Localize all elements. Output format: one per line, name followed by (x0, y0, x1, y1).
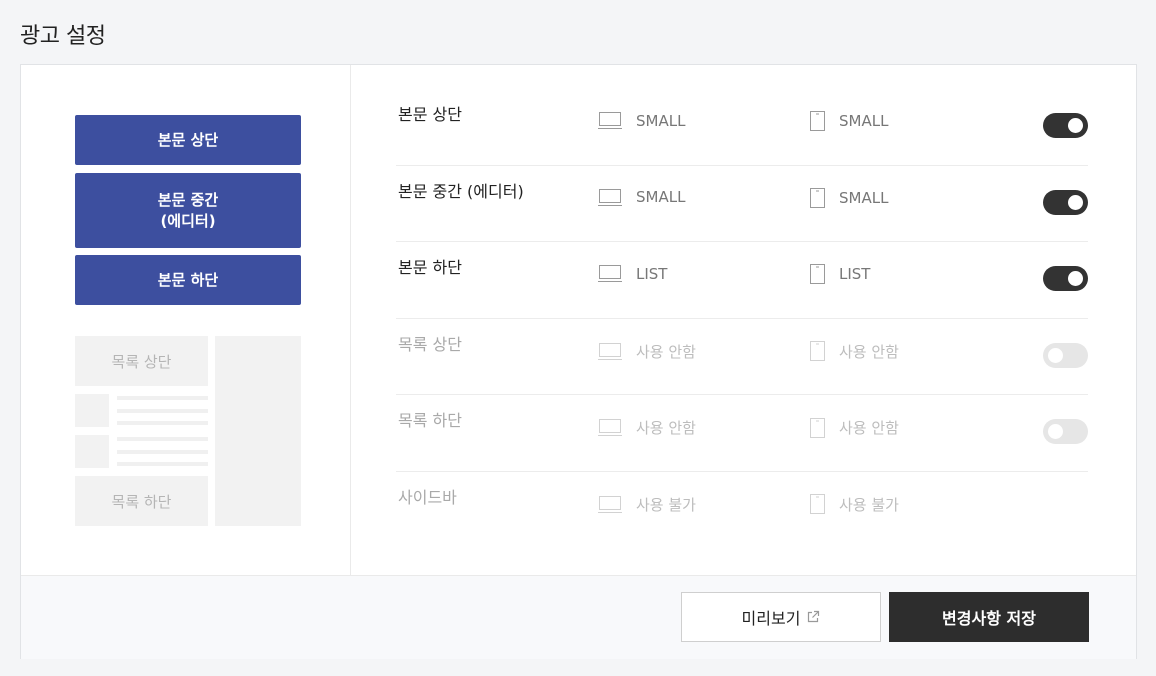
pc-setting: 사용 안함 (598, 341, 696, 362)
mobile-setting[interactable]: SMALL (810, 111, 888, 131)
mobile-format: SMALL (839, 188, 889, 207)
mobile-format: 사용 불가 (839, 495, 899, 514)
pc-format: SMALL (636, 188, 686, 206)
ad-row-label: 목록 하단 (398, 411, 462, 430)
ad-slot-list: 본문 상단 SMALL SMALL 본문 중간 (에디터) SMALL SMAL… (396, 89, 1088, 548)
phone-icon (810, 264, 825, 284)
ad-row-body-bottom: 본문 하단 LIST LIST (396, 242, 1088, 319)
monitor-icon (598, 419, 622, 436)
mobile-format: 사용 안함 (839, 342, 899, 361)
monitor-icon (598, 265, 622, 282)
preview-ghost-sidebar (215, 336, 301, 526)
save-changes-button[interactable]: 변경사항 저장 (889, 592, 1089, 642)
toggle-knob (1048, 347, 1063, 363)
pc-setting: 사용 불가 (598, 494, 696, 515)
pc-setting[interactable]: SMALL (598, 111, 685, 130)
pc-format: LIST (636, 264, 668, 283)
ad-row-label: 본문 중간 (에디터) (398, 181, 524, 201)
phone-icon (810, 341, 825, 361)
ad-row-sidebar: 사이드바 사용 불가 사용 불가 (396, 472, 1088, 549)
ad-row-body-middle: 본문 중간 (에디터) SMALL SMALL (396, 166, 1088, 242)
monitor-icon (598, 495, 622, 513)
preview-ghost-line (117, 437, 208, 441)
mobile-setting: 사용 불가 (810, 494, 899, 515)
toggle-knob (1048, 424, 1063, 439)
pc-format: 사용 불가 (636, 495, 696, 514)
ad-row-body-top: 본문 상단 SMALL SMALL (396, 89, 1088, 166)
phone-icon (810, 417, 825, 438)
preview-ghost-line (117, 450, 208, 454)
mobile-setting[interactable]: SMALL (810, 187, 889, 208)
enable-toggle[interactable] (1043, 419, 1088, 444)
ad-row-label: 본문 하단 (398, 258, 462, 277)
panel-footer: 미리보기 변경사항 저장 (21, 575, 1136, 659)
pc-setting[interactable]: LIST (598, 264, 667, 283)
mobile-setting[interactable]: LIST (810, 264, 870, 284)
preview-block-body-bottom: 본문 하단 (75, 255, 301, 305)
monitor-icon (598, 188, 622, 206)
ad-row-label: 목록 상단 (398, 334, 462, 354)
enable-toggle[interactable] (1043, 342, 1088, 368)
page-title: 광고 설정 (20, 24, 106, 49)
mobile-format: 사용 안함 (839, 419, 899, 437)
ad-row-label: 본문 상단 (398, 105, 462, 124)
enable-toggle[interactable] (1043, 189, 1088, 215)
monitor-icon (598, 112, 622, 129)
toggle-knob (1068, 194, 1083, 210)
toggle-knob (1068, 271, 1083, 286)
pc-format: 사용 안함 (636, 342, 696, 361)
phone-icon (810, 111, 825, 131)
pc-format: SMALL (636, 111, 686, 130)
mobile-format: SMALL (839, 112, 889, 130)
ad-row-label: 사이드바 (398, 487, 457, 507)
mobile-format: LIST (839, 265, 871, 283)
ad-row-list-bottom: 목록 하단 사용 안함 사용 안함 (396, 395, 1088, 472)
mobile-setting: 사용 안함 (810, 417, 899, 438)
enable-toggle[interactable] (1043, 113, 1088, 138)
preview-ghost-line (117, 462, 208, 466)
external-link-icon (808, 610, 820, 623)
preview-ghost-thumb (75, 435, 109, 468)
preview-ghost-line (117, 421, 208, 425)
layout-preview: 본문 상단 본문 중간 (에디터) 본문 하단 목록 상단 목록 하단 (21, 65, 351, 575)
ad-row-list-top: 목록 상단 사용 안함 사용 안함 (396, 319, 1088, 395)
pc-setting: 사용 안함 (598, 417, 696, 438)
pc-setting[interactable]: SMALL (598, 188, 685, 207)
preview-block-body-top: 본문 상단 (75, 115, 301, 165)
preview-ghost-list-bottom: 목록 하단 (75, 476, 208, 526)
enable-toggle[interactable] (1043, 266, 1088, 291)
phone-icon (810, 494, 825, 514)
preview-ghost-line (117, 396, 208, 400)
ad-settings-panel: 본문 상단 본문 중간 (에디터) 본문 하단 목록 상단 목록 하단 본문 상… (20, 64, 1137, 659)
toggle-knob (1068, 118, 1083, 133)
pc-format: 사용 안함 (636, 419, 696, 437)
mobile-setting: 사용 안함 (810, 341, 899, 362)
preview-button-label: 미리보기 (741, 609, 801, 628)
preview-ghost-line (117, 409, 208, 413)
preview-ghost-thumb (75, 394, 109, 427)
preview-ghost-list-top: 목록 상단 (75, 336, 208, 386)
phone-icon (810, 187, 825, 208)
monitor-icon (598, 342, 622, 360)
preview-button[interactable]: 미리보기 (681, 592, 881, 642)
preview-block-body-middle: 본문 중간 (에디터) (75, 173, 301, 248)
